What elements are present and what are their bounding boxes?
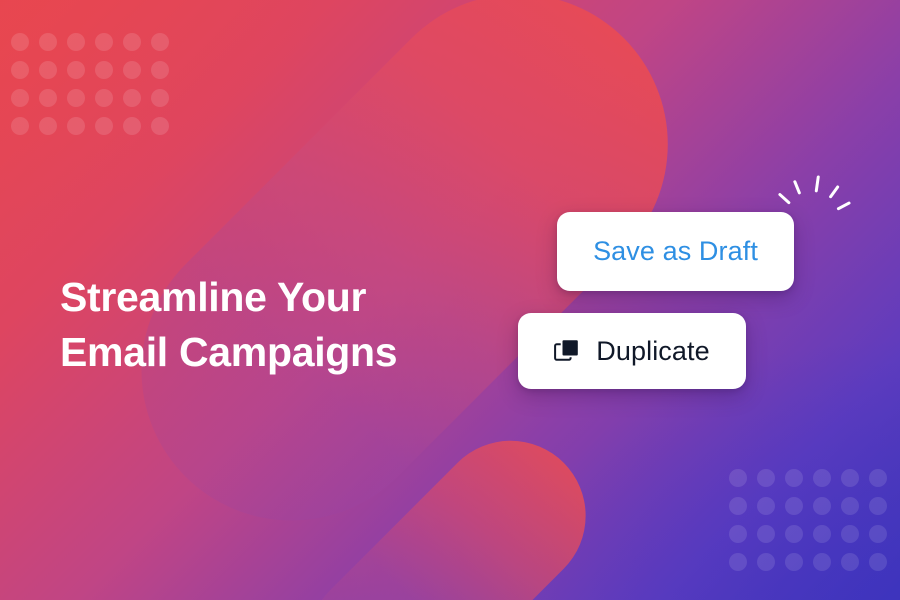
dot — [11, 117, 29, 135]
page-title: Streamline Your Email Campaigns — [60, 270, 480, 378]
dot — [123, 89, 141, 107]
dot — [95, 89, 113, 107]
dot — [841, 497, 859, 515]
dot — [67, 89, 85, 107]
dot — [123, 61, 141, 79]
dot — [729, 553, 747, 571]
dot — [95, 61, 113, 79]
dot — [785, 497, 803, 515]
save-as-draft-button[interactable]: Save as Draft — [557, 212, 794, 291]
dot — [757, 469, 775, 487]
dot — [813, 469, 831, 487]
marketing-banner: Streamline Your Email Campaigns Save as … — [0, 0, 900, 600]
dot — [785, 469, 803, 487]
dot-grid-top-left — [6, 28, 174, 140]
headline-line-2: Email Campaigns — [60, 328, 398, 375]
dot — [757, 497, 775, 515]
dot-grid-bottom-right — [724, 464, 892, 576]
dot — [95, 117, 113, 135]
dot — [11, 89, 29, 107]
dot — [841, 553, 859, 571]
dot — [869, 469, 887, 487]
dot — [841, 469, 859, 487]
dot — [869, 525, 887, 543]
save-as-draft-label: Save as Draft — [593, 236, 758, 266]
dot — [813, 553, 831, 571]
dot — [151, 89, 169, 107]
dot — [123, 117, 141, 135]
dot — [869, 497, 887, 515]
dot — [757, 553, 775, 571]
dot — [151, 61, 169, 79]
dot — [729, 525, 747, 543]
dot — [869, 553, 887, 571]
dot — [67, 61, 85, 79]
dot — [841, 525, 859, 543]
dot — [151, 117, 169, 135]
duplicate-button[interactable]: Duplicate — [518, 313, 746, 389]
dot — [123, 33, 141, 51]
dot — [39, 89, 57, 107]
dot — [729, 497, 747, 515]
dot — [785, 553, 803, 571]
dot — [67, 33, 85, 51]
dot — [757, 525, 775, 543]
dot — [729, 469, 747, 487]
dot — [67, 117, 85, 135]
dot — [39, 33, 57, 51]
headline-line-1: Streamline Your — [60, 274, 367, 321]
duplicate-icon — [554, 338, 580, 361]
dot — [813, 497, 831, 515]
dot — [151, 33, 169, 51]
dot — [11, 33, 29, 51]
dot — [11, 61, 29, 79]
dot — [39, 61, 57, 79]
dot — [785, 525, 803, 543]
dot — [95, 33, 113, 51]
dot — [39, 117, 57, 135]
dot — [813, 525, 831, 543]
duplicate-label: Duplicate — [596, 335, 710, 366]
